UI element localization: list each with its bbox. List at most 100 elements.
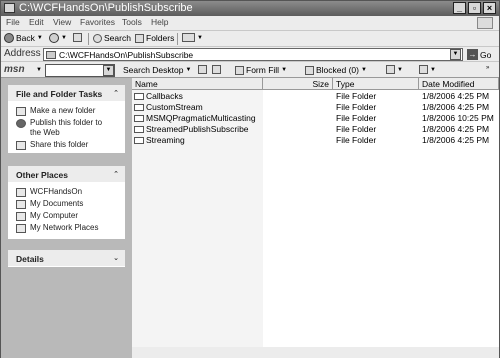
window-controls: _ ▫ × [453, 2, 496, 14]
menu-help[interactable]: Help [151, 17, 168, 27]
folder-icon [134, 126, 144, 133]
pencil-icon [235, 65, 244, 75]
back-arrow-icon [4, 33, 14, 43]
msn-search-input[interactable]: ▼ [45, 64, 115, 77]
form-fill-label: Form Fill [246, 65, 280, 75]
folders-icon [135, 33, 144, 43]
popup-blocker-button[interactable]: Blocked (0) ▼ [305, 65, 367, 75]
up-folder-button[interactable] [73, 33, 82, 42]
share-folder-link[interactable]: Share this folder [16, 140, 125, 150]
place-label: My Network Places [30, 223, 99, 232]
chevron-down-icon[interactable]: ▼ [36, 67, 42, 73]
column-header-name[interactable]: Name [132, 78, 263, 90]
form-fill-button[interactable]: Form Fill ▼ [235, 65, 287, 75]
file-row[interactable]: StreamedPublishSubscribe File Folder 1/8… [132, 124, 499, 135]
network-icon [16, 224, 26, 233]
file-row[interactable]: Callbacks File Folder 1/8/2006 4:25 PM [132, 91, 499, 102]
windows-logo-icon [477, 17, 493, 29]
go-label: Go [480, 49, 492, 60]
search-button[interactable]: Search [93, 33, 131, 43]
menu-edit[interactable]: Edit [29, 17, 44, 27]
details-header[interactable]: Details ⌄ [8, 250, 125, 267]
chevron-down-icon: ▼ [361, 67, 367, 73]
chevron-down-icon: ▼ [397, 66, 403, 73]
chevron-down-icon: ▼ [185, 67, 192, 73]
go-button[interactable]: → Go [467, 48, 491, 61]
make-new-folder-link[interactable]: Make a new folder [16, 106, 125, 116]
msn-search-dropdown[interactable]: ▼ [103, 65, 114, 76]
collapse-chevron-icon[interactable]: ⌃ [113, 89, 119, 97]
standard-toolbar: Back ▼ ▼ Search Folders ▼ [1, 30, 499, 46]
horizontal-scrollbar[interactable] [132, 347, 499, 358]
close-button[interactable]: × [483, 2, 496, 14]
menu-file[interactable]: File [6, 17, 20, 27]
file-type: File Folder [336, 124, 377, 134]
address-input[interactable]: C:\WCFHandsOn\PublishSubscribe ▼ [43, 48, 463, 61]
file-name: MSMQPragmaticMulticasting [146, 113, 256, 123]
other-places-header[interactable]: Other Places ⌃ [8, 166, 125, 183]
popup-blocker-icon [305, 65, 314, 75]
task-label: Share this folder [30, 140, 89, 149]
views-button[interactable]: ▼ [182, 33, 203, 42]
place-wcfhandson-link[interactable]: WCFHandsOn [16, 187, 125, 197]
column-header-date[interactable]: Date Modified [419, 78, 499, 90]
file-name: StreamedPublishSubscribe [146, 124, 249, 134]
file-row[interactable]: MSMQPragmaticMulticasting File Folder 1/… [132, 113, 499, 124]
file-row[interactable]: Streaming File Folder 1/8/2006 4:25 PM [132, 135, 499, 146]
menu-tools[interactable]: Tools [122, 17, 142, 27]
folder-icon [134, 104, 144, 111]
search-icon [93, 33, 102, 43]
file-row[interactable]: CustomStream File Folder 1/8/2006 4:25 P… [132, 102, 499, 113]
file-type: File Folder [336, 91, 377, 101]
msn-toolbar: msn ▼ ▼ Search Desktop ▼ Form Fill ▼ Blo… [1, 61, 499, 78]
buddy-button[interactable]: ▼ [419, 65, 436, 74]
place-my-documents-link[interactable]: My Documents [16, 199, 125, 209]
file-date: 1/8/2006 4:25 PM [422, 124, 490, 134]
place-my-network-places-link[interactable]: My Network Places [16, 223, 125, 233]
menu-favorites[interactable]: Favorites [80, 17, 115, 27]
menu-view[interactable]: View [53, 17, 71, 27]
chevron-down-icon: ▼ [430, 66, 436, 73]
globe-icon [16, 119, 26, 128]
file-name: Streaming [146, 135, 185, 145]
back-button[interactable]: Back ▼ [4, 33, 43, 43]
minimize-button[interactable]: _ [453, 2, 466, 14]
collapse-chevron-icon[interactable]: ⌃ [113, 170, 119, 178]
toolbar-overflow-button[interactable]: » [486, 65, 489, 71]
file-type: File Folder [336, 113, 377, 123]
mail-icon [386, 65, 395, 74]
highlight-button[interactable] [198, 65, 207, 74]
forward-button[interactable]: ▼ [49, 33, 67, 43]
place-my-computer-link[interactable]: My Computer [16, 211, 125, 221]
file-folder-tasks-panel: File and Folder Tasks ⌃ Make a new folde… [8, 85, 125, 153]
task-pane: File and Folder Tasks ⌃ Make a new folde… [1, 78, 132, 358]
chevron-down-icon: ▼ [61, 35, 67, 41]
expand-chevron-icon[interactable]: ⌄ [113, 254, 119, 262]
task-label: Make a new folder [30, 106, 96, 115]
maximize-button[interactable]: ▫ [468, 2, 481, 14]
blocked-label: Blocked (0) [316, 65, 359, 75]
file-folder-tasks-header[interactable]: File and Folder Tasks ⌃ [8, 85, 125, 102]
up-folder-icon [73, 33, 82, 42]
options-button[interactable] [212, 65, 221, 74]
folder-icon [16, 188, 26, 197]
place-label: WCFHandsOn [30, 187, 83, 196]
buddy-icon [419, 65, 428, 74]
mail-button[interactable]: ▼ [386, 65, 403, 74]
folder-icon [46, 51, 56, 59]
column-header-size[interactable]: Size [263, 78, 333, 90]
file-name: CustomStream [146, 102, 203, 112]
file-date: 1/8/2006 4:25 PM [422, 102, 490, 112]
folders-button[interactable]: Folders [135, 33, 174, 43]
address-dropdown-button[interactable]: ▼ [450, 49, 461, 60]
title-bar[interactable]: C:\WCFHandsOn\PublishSubscribe _ ▫ × [1, 1, 499, 16]
column-header-type[interactable]: Type [333, 78, 419, 90]
task-label: Publish this folder to the Web [30, 118, 103, 137]
folder-icon [134, 93, 144, 100]
msn-logo[interactable]: msn [4, 64, 25, 75]
views-icon [182, 33, 195, 42]
publish-folder-link[interactable]: Publish this folder to the Web [16, 118, 125, 138]
other-places-panel: Other Places ⌃ WCFHandsOn My Documents M… [8, 166, 125, 239]
search-desktop-button[interactable]: Search Desktop ▼ [123, 65, 191, 75]
search-label: Search [104, 33, 131, 43]
